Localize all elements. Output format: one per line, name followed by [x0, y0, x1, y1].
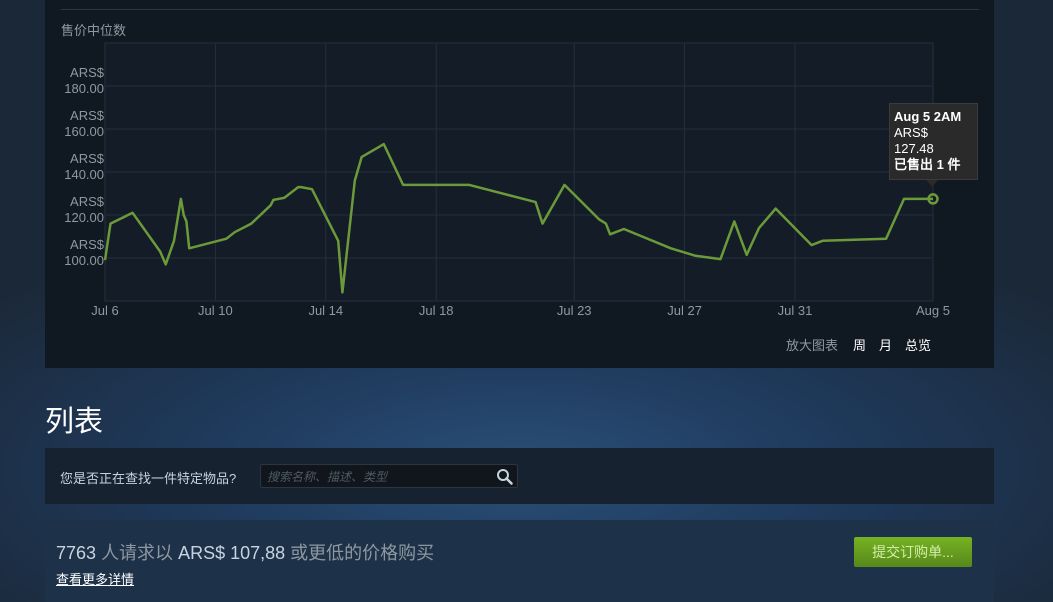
x-tick-label: Aug 5	[916, 303, 950, 318]
zoom-label: 放大图表	[786, 338, 839, 353]
view-details-link[interactable]: 查看更多详情	[56, 569, 134, 588]
zoom-controls: 放大图表 周 月 总览	[786, 335, 931, 354]
x-tick-label: Jul 23	[557, 303, 592, 318]
buy-order-summary: 7763 人请求以 ARS$ 107,88 或更低的价格购买	[56, 539, 434, 565]
y-tick-value: 120.00	[64, 210, 104, 225]
zoom-month-link[interactable]: 月	[879, 335, 892, 354]
buy-order-count: 7763	[56, 543, 97, 563]
y-tick-currency: ARS$	[70, 151, 105, 166]
x-tick-label: Jul 27	[667, 303, 702, 318]
tooltip-currency: ARS$	[894, 125, 928, 140]
place-buy-order-button[interactable]: 提交订购单...	[854, 537, 972, 567]
y-tick-value: 140.00	[64, 167, 104, 182]
zoom-all-link[interactable]: 总览	[905, 335, 931, 354]
y-tick-currency: ARS$	[70, 108, 105, 123]
y-tick-currency: ARS$	[70, 65, 105, 80]
y-tick-currency: ARS$	[70, 237, 105, 252]
x-tick-label: Jul 18	[419, 303, 454, 318]
x-tick-label: Jul 14	[308, 303, 343, 318]
buy-order-text-after: 或更低的价格购买	[290, 543, 435, 563]
y-tick-value: 160.00	[64, 124, 104, 139]
y-tick-value: 100.00	[64, 253, 104, 268]
tooltip-arrow	[926, 180, 938, 187]
x-tick-label: Jul 31	[778, 303, 813, 318]
search-icon[interactable]	[496, 468, 513, 485]
listings-heading: 列表	[45, 406, 104, 438]
chart-tooltip: Aug 5 2AM ARS$ 127.48 已售出 1 件	[889, 103, 978, 180]
search-input[interactable]	[265, 465, 495, 489]
search-label: 您是否正在查找一件特定物品?	[60, 471, 237, 486]
x-tick-label: Jul 10	[198, 303, 233, 318]
search-box	[260, 464, 518, 489]
tooltip-price: 127.48	[894, 141, 934, 156]
buy-order-price: ARS$ 107,88	[178, 543, 286, 563]
buy-order-text-before: 人请求以	[101, 543, 174, 563]
price-chart[interactable]: ARS$100.00ARS$120.00ARS$140.00ARS$160.00…	[0, 0, 1053, 368]
x-tick-label: Jul 6	[91, 303, 118, 318]
y-tick-currency: ARS$	[70, 194, 105, 209]
zoom-week-link[interactable]: 周	[853, 335, 866, 354]
y-tick-value: 180.00	[64, 81, 104, 96]
tooltip-date: Aug 5 2AM	[894, 109, 962, 124]
tooltip-sold: 已售出 1 件	[894, 157, 961, 172]
